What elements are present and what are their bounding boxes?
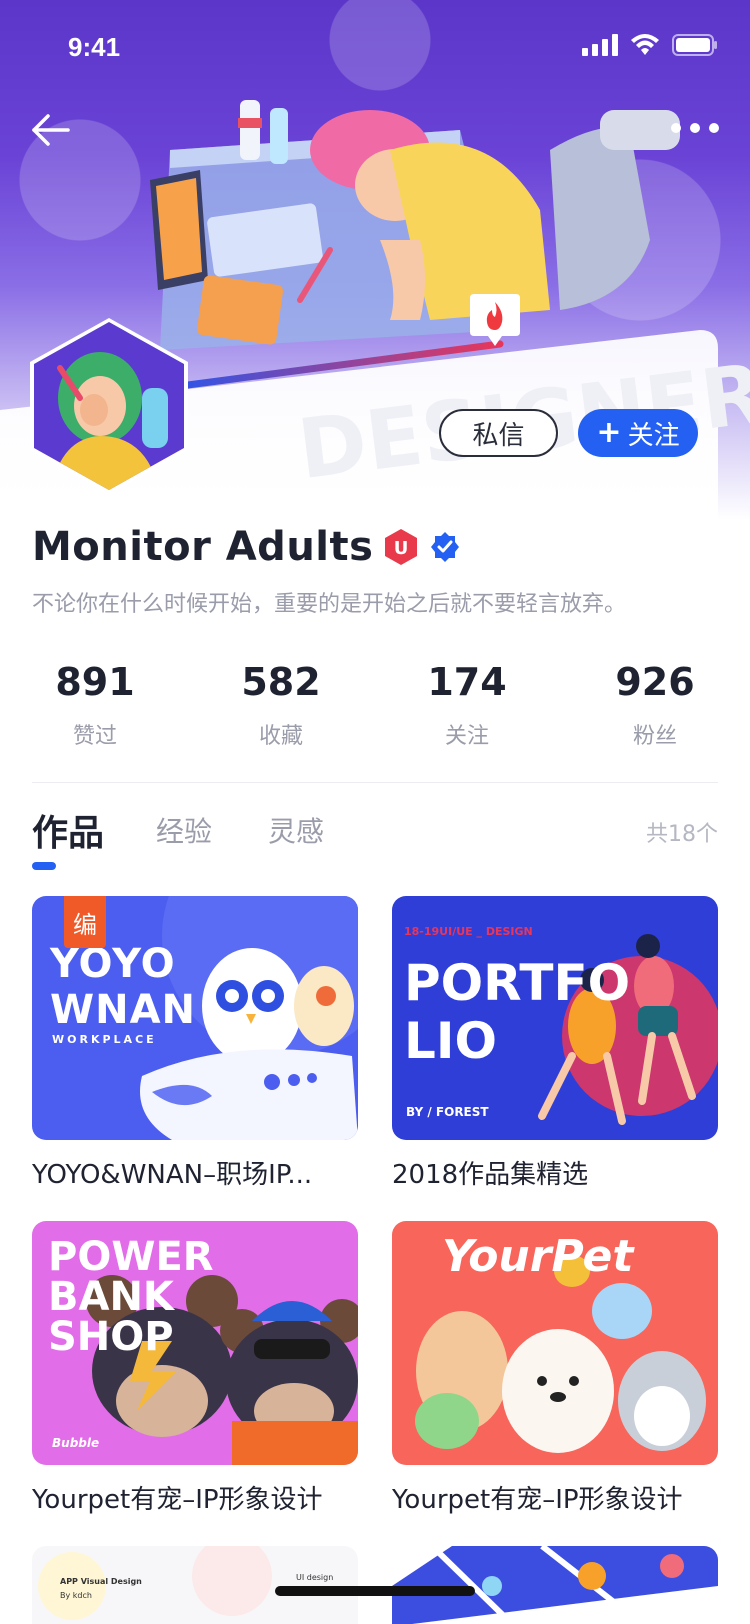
profile-bio: 不论你在什么时候开始，重要的是开始之后就不要轻言放弃。 [32, 592, 627, 617]
stat-favorites[interactable]: 582 收藏 [206, 660, 356, 750]
tab-inspiration[interactable]: 灵感 [268, 810, 324, 850]
work-title[interactable]: YOYO&WNAN–职场IP... [32, 1154, 358, 1191]
work-thumbnail[interactable]: 18-19UI/UE _ DESIGN PORTFO LIO BY / FORE… [392, 896, 718, 1140]
thumb-title: APP Visual Design [60, 1577, 142, 1586]
thumb-title: PORTFO [404, 954, 631, 1012]
thumb-subtitle: BY / FOREST [406, 1105, 489, 1119]
edit-badge[interactable]: 编 [64, 896, 106, 948]
more-options-icon[interactable] [670, 116, 720, 140]
work-thumbnail[interactable]: APP Visual Design By kdch UI design [32, 1546, 358, 1624]
profile-name-row: Monitor Adults U [32, 524, 461, 570]
status-time: 9:41 [68, 32, 121, 62]
stat-value: 926 [615, 660, 695, 704]
svg-text:U: U [394, 538, 409, 559]
battery-icon [672, 34, 717, 56]
verified-check-icon [431, 532, 460, 562]
work-card[interactable]: POWER BANK SHOP Bubble Yourpet有宠–IP形象设计 [32, 1221, 358, 1516]
plus-icon: + [596, 415, 622, 450]
stats-row: 891 赞过 582 收藏 174 关注 926 粉丝 [0, 660, 750, 750]
work-thumbnail[interactable] [392, 1546, 718, 1624]
message-button-label: 私信 [472, 420, 525, 451]
active-tab-indicator [32, 862, 56, 870]
back-arrow-icon[interactable] [30, 110, 74, 150]
work-title[interactable]: Yourpet有宠–IP形象设计 [32, 1479, 358, 1516]
divider [32, 782, 718, 783]
work-thumbnail[interactable]: YOYO WNAN WORKPLACE 编 [32, 896, 358, 1140]
work-title[interactable]: Yourpet有宠–IP形象设计 [392, 1479, 718, 1516]
stat-label: 粉丝 [632, 724, 677, 749]
stat-followers[interactable]: 926 粉丝 [580, 660, 730, 750]
cellular-signal-icon [582, 34, 618, 56]
stat-label: 收藏 [258, 724, 303, 749]
thumb-title: WNAN [50, 987, 197, 1033]
thumb-title: SHOP [48, 1314, 174, 1360]
work-title[interactable]: 2018作品集精选 [392, 1154, 718, 1191]
stat-following[interactable]: 174 关注 [392, 660, 542, 750]
avatar[interactable] [30, 318, 188, 494]
profile-name: Monitor Adults [32, 524, 374, 570]
message-button[interactable]: 私信 [439, 409, 558, 457]
stat-likes[interactable]: 891 赞过 [20, 660, 170, 750]
thumb-title: LIO [404, 1012, 497, 1070]
thumb-tagline: UI design [296, 1573, 334, 1582]
wifi-icon [631, 34, 659, 55]
follow-button-label: 关注 [627, 420, 680, 451]
thumb-title: BANK [48, 1274, 174, 1320]
stat-value: 174 [427, 660, 507, 704]
thumb-title: YOYO [50, 941, 176, 987]
profile-banner: 9:41 私信 + 关注 [0, 0, 750, 520]
tab-experience[interactable]: 经验 [156, 810, 212, 850]
thumb-title: POWER [48, 1234, 214, 1280]
thumb-subtitle: By kdch [60, 1591, 92, 1600]
works-count: 共18个 [646, 822, 718, 847]
thumb-subtitle: WORKPLACE [52, 1033, 157, 1046]
hot-flame-icon [470, 294, 520, 346]
designer-u-badge-icon: U [385, 529, 418, 565]
tab-works[interactable]: 作品 [32, 804, 104, 856]
work-thumbnail[interactable]: YourPet [392, 1221, 718, 1465]
status-bar: 9:41 [0, 0, 750, 96]
work-card[interactable]: YOYO WNAN WORKPLACE 编 YOYO&WNAN–职场IP... [32, 896, 358, 1191]
stat-value: 891 [55, 660, 135, 704]
thumb-tagline: 18-19UI/UE _ DESIGN [404, 925, 533, 938]
status-icons [582, 34, 718, 56]
work-card[interactable]: APP Visual Design By kdch UI design [32, 1546, 358, 1624]
stat-label: 赞过 [72, 724, 117, 749]
follow-button[interactable]: + 关注 [578, 409, 698, 457]
thumb-subtitle: Bubble [52, 1436, 100, 1450]
stat-label: 关注 [444, 724, 489, 749]
work-thumbnail[interactable]: POWER BANK SHOP Bubble [32, 1221, 358, 1465]
work-card[interactable] [392, 1546, 718, 1624]
illustration-artwork [392, 1546, 718, 1624]
thumb-title: YourPet [442, 1231, 634, 1282]
content-tabs: 作品 经验 灵感 共18个 [32, 810, 718, 870]
work-card[interactable]: 18-19UI/UE _ DESIGN PORTFO LIO BY / FORE… [392, 896, 718, 1191]
home-indicator[interactable] [275, 1586, 475, 1596]
stat-value: 582 [241, 660, 321, 704]
work-card[interactable]: YourPet Yourpet有宠–IP形象设计 [392, 1221, 718, 1516]
